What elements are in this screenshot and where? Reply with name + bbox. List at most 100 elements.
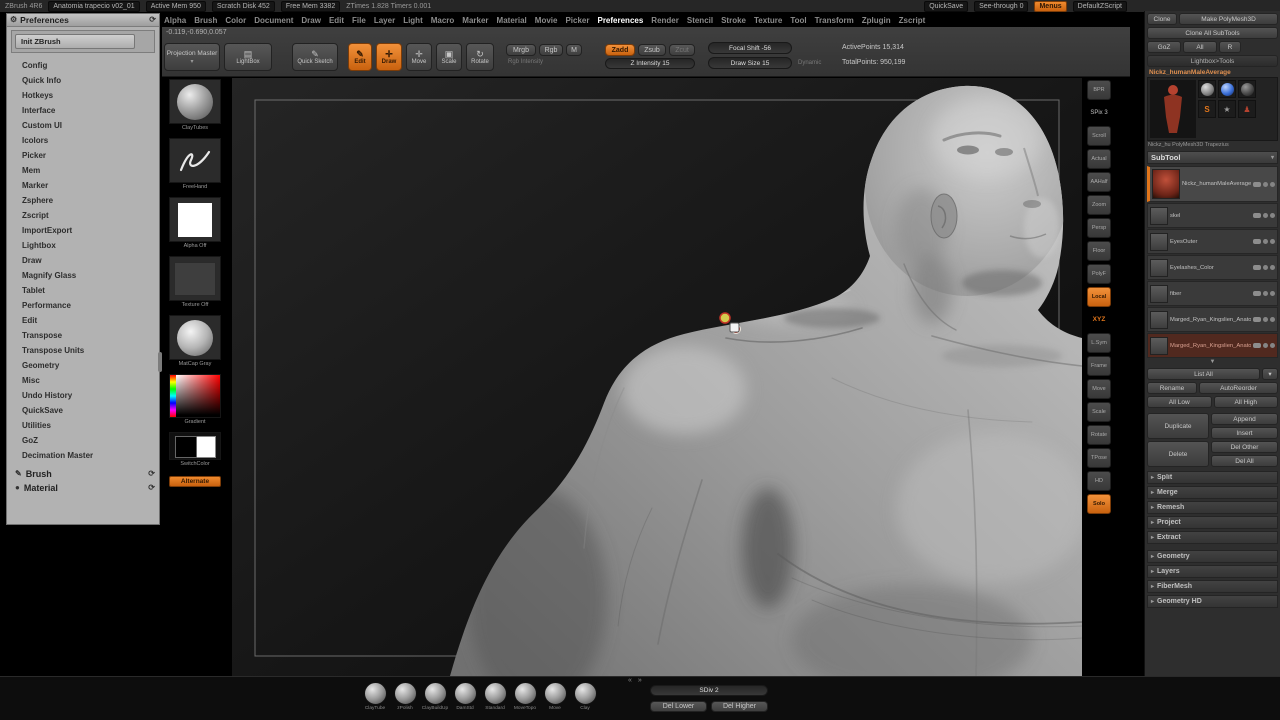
preferences-item[interactable]: Icolors <box>7 133 159 148</box>
preferences-item[interactable]: Decimation Master <box>7 448 159 463</box>
zcut-button[interactable]: Zcut <box>669 44 695 56</box>
current-stroke-thumbnail[interactable] <box>169 138 221 183</box>
visibility-eye-icon[interactable] <box>1253 265 1261 270</box>
quick-brush[interactable]: Move <box>542 682 568 711</box>
menu-item[interactable]: Light <box>403 16 423 25</box>
shelf-button[interactable]: Persp <box>1087 218 1111 238</box>
rename-button[interactable]: Rename <box>1147 382 1197 394</box>
quick-brush[interactable]: Standard <box>482 682 508 711</box>
focal-shift-slider[interactable]: Focal Shift -56 <box>708 42 792 54</box>
polypaint-icon[interactable] <box>1263 343 1268 348</box>
preferences-item[interactable]: Undo History <box>7 388 159 403</box>
figure-icon[interactable]: ♟ <box>1238 100 1256 118</box>
sdiv-slider[interactable]: SDiv 2 <box>650 685 768 696</box>
menu-item[interactable]: Zplugin <box>862 16 891 25</box>
subtool-header[interactable]: SubTool ▾ <box>1147 151 1278 164</box>
subtool-scroll-down[interactable]: ▼ <box>1147 358 1278 366</box>
subtool-item[interactable]: Eyelashes_Color <box>1147 255 1278 280</box>
refresh-icon[interactable]: ⟳ <box>148 484 155 492</box>
current-tool-thumbnail[interactable] <box>1150 80 1196 138</box>
menu-item[interactable]: Preferences <box>597 16 643 25</box>
panel-scrollbar[interactable] <box>158 352 162 372</box>
current-texture-thumbnail[interactable] <box>169 256 221 301</box>
quick-brush[interactable]: Clay <box>572 682 598 711</box>
subtool-item[interactable]: Nickz_humanMaleAverage_ <box>1147 166 1278 202</box>
polypaint-icon[interactable] <box>1263 317 1268 322</box>
subtool-item[interactable]: EyesOuter <box>1147 229 1278 254</box>
color-picker[interactable] <box>169 374 221 418</box>
menu-item[interactable]: Render <box>651 16 679 25</box>
preferences-item[interactable]: ImportExport <box>7 223 159 238</box>
render-icon[interactable] <box>1270 317 1275 322</box>
visibility-eye-icon[interactable] <box>1253 291 1261 296</box>
render-icon[interactable] <box>1270 239 1275 244</box>
lightbox-button[interactable]: ▤ LightBox <box>224 43 272 71</box>
shelf-button[interactable]: Actual <box>1087 149 1111 169</box>
menu-item[interactable]: Stencil <box>687 16 713 25</box>
draw-button[interactable]: ✛ Draw <box>376 43 402 71</box>
shelf-button[interactable]: Move <box>1087 379 1111 399</box>
make-polymesh3d-button[interactable]: Make PolyMesh3D <box>1179 13 1278 25</box>
menu-item[interactable]: Alpha <box>164 16 186 25</box>
list-all-button[interactable]: List All <box>1147 368 1260 380</box>
subtool-section-header[interactable]: ▸ Project <box>1147 516 1278 529</box>
all-high-button[interactable]: All High <box>1213 396 1278 408</box>
m-button[interactable]: M <box>566 44 582 56</box>
insert-button[interactable]: Insert <box>1211 427 1278 439</box>
shelf-button[interactable]: Solo <box>1087 494 1111 514</box>
see-through-slider[interactable]: See-through 0 <box>974 0 1029 12</box>
scale-button[interactable]: ▣ Scale <box>436 43 462 71</box>
shelf-button[interactable]: Local <box>1087 287 1111 307</box>
shelf-button[interactable]: HD <box>1087 471 1111 491</box>
menu-item[interactable]: Zscript <box>899 16 926 25</box>
shelf-button[interactable]: AAHalf <box>1087 172 1111 192</box>
subtool-item[interactable]: fiber <box>1147 281 1278 306</box>
preferences-item[interactable]: Draw <box>7 253 159 268</box>
sculpt-canvas[interactable] <box>232 78 1082 676</box>
del-other-button[interactable]: Del Other <box>1211 441 1278 453</box>
preferences-item[interactable]: Transpose <box>7 328 159 343</box>
preferences-item[interactable]: Lightbox <box>7 238 159 253</box>
menu-item[interactable]: Layer <box>374 16 395 25</box>
current-brush-thumbnail[interactable] <box>169 79 221 124</box>
preferences-item[interactable]: Utilities <box>7 418 159 433</box>
preferences-item[interactable]: Interface <box>7 103 159 118</box>
subtool-item[interactable]: skel <box>1147 203 1278 228</box>
subtool-section-header[interactable]: ▸ Merge <box>1147 486 1278 499</box>
shelf-button[interactable]: XYZ <box>1087 310 1111 330</box>
lightbox-tools-button[interactable]: Lightbox>Tools <box>1147 55 1278 67</box>
menu-item[interactable]: Tool <box>790 16 806 25</box>
refresh-icon[interactable]: ⟳ <box>148 470 155 478</box>
menu-item[interactable]: Brush <box>194 16 217 25</box>
delete-button[interactable]: Delete <box>1147 441 1209 467</box>
visibility-eye-icon[interactable] <box>1253 213 1261 218</box>
shelf-button[interactable]: Scale <box>1087 402 1111 422</box>
tool-slot[interactable] <box>1218 80 1236 98</box>
subtool-item[interactable]: Marged_Ryan_Kingslien_Anatomy_ <box>1147 307 1278 332</box>
quick-brush[interactable]: ClayTube <box>362 682 388 711</box>
render-icon[interactable] <box>1270 265 1275 270</box>
preferences-item[interactable]: Misc <box>7 373 159 388</box>
preferences-item[interactable]: Geometry <box>7 358 159 373</box>
subtool-section-header[interactable]: ▸ Remesh <box>1147 501 1278 514</box>
preferences-header[interactable]: ⚙ Preferences ⟳ <box>7 14 159 27</box>
draw-size-slider[interactable]: Draw Size 15 <box>708 57 792 69</box>
quick-sketch-button[interactable]: ✎ Quick Sketch <box>292 43 338 71</box>
menu-item[interactable]: Marker <box>462 16 488 25</box>
quick-brush[interactable]: DamStd <box>452 682 478 711</box>
list-dropdown-button[interactable]: ▾ <box>1262 368 1278 380</box>
shelf-button[interactable]: SPix 3 <box>1087 103 1111 123</box>
zsub-button[interactable]: Zsub <box>638 44 666 56</box>
polypaint-icon[interactable] <box>1263 291 1268 296</box>
render-icon[interactable] <box>1270 213 1275 218</box>
del-all-button[interactable]: Del All <box>1211 455 1278 467</box>
switch-color-widget[interactable] <box>169 432 221 460</box>
projection-master-button[interactable]: Projection Master ▾ <box>164 43 220 71</box>
menu-item[interactable]: Movie <box>535 16 558 25</box>
preferences-item[interactable]: Marker <box>7 178 159 193</box>
alternate-button[interactable]: Alternate <box>169 476 221 487</box>
goz-r-button[interactable]: R <box>1219 41 1241 53</box>
rgb-intensity-slider[interactable]: Rgb Intensity <box>508 59 543 65</box>
preferences-item[interactable]: Edit <box>7 313 159 328</box>
goz-all-button[interactable]: All <box>1183 41 1217 53</box>
